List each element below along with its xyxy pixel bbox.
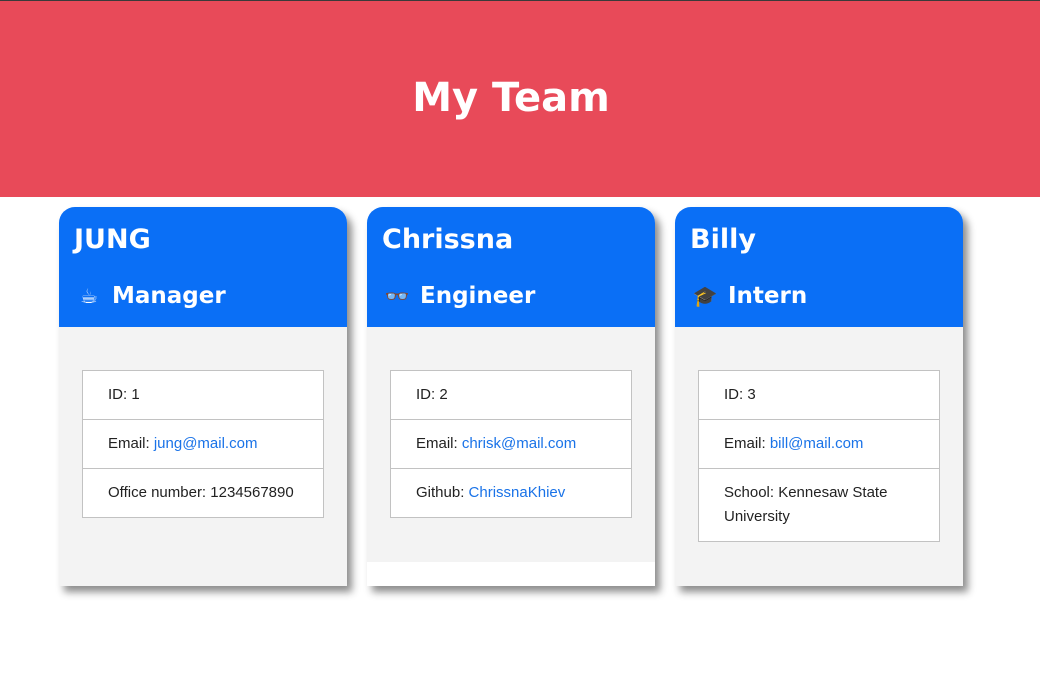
card-header: Chrissna 👓 Engineer xyxy=(367,207,655,327)
card-body: ID: 3 Email: bill@mail.com School: Kenne… xyxy=(675,327,963,542)
employee-name: Billy xyxy=(690,224,756,255)
github: Github: ChrissnaKhiev xyxy=(416,484,566,501)
role-label: Engineer xyxy=(420,283,536,309)
info-list: ID: 1 Email: jung@mail.com Office number… xyxy=(82,370,324,518)
card-footer xyxy=(367,562,655,586)
coffee-cup-icon: ☕ xyxy=(80,284,98,308)
employee-card-intern: Billy 🎓 Intern ID: 3 Email: bill@mail.co… xyxy=(675,207,963,586)
employee-id: ID: 2 xyxy=(391,371,631,420)
office-number: Office number: 1234567890 xyxy=(108,484,294,501)
page-header: My Team xyxy=(0,0,1040,197)
role-label: Intern xyxy=(728,283,808,309)
github-link[interactable]: ChrissnaKhiev xyxy=(469,484,566,501)
card-header: JUNG ☕ Manager xyxy=(59,207,347,327)
employee-role: 👓 Engineer xyxy=(382,282,640,310)
info-list: ID: 2 Email: chrisk@mail.com Github: Chr… xyxy=(390,370,632,518)
card-body: ID: 2 Email: chrisk@mail.com Github: Chr… xyxy=(367,327,655,562)
role-label: Manager xyxy=(112,283,226,309)
email-link[interactable]: bill@mail.com xyxy=(770,435,864,452)
employee-card-manager: JUNG ☕ Manager ID: 1 Email: jung@mail.co… xyxy=(59,207,347,586)
employee-email: Email: chrisk@mail.com xyxy=(391,420,631,469)
email-link[interactable]: jung@mail.com xyxy=(154,435,258,452)
employee-name: Chrissna xyxy=(382,224,514,255)
employee-email: Email: bill@mail.com xyxy=(699,420,939,469)
school: School: Kennesaw State University xyxy=(724,484,888,525)
employee-role: 🎓 Intern xyxy=(690,282,948,310)
card-body: ID: 1 Email: jung@mail.com Office number… xyxy=(59,327,347,518)
employee-card-engineer: Chrissna 👓 Engineer ID: 2 Email: chrisk@… xyxy=(367,207,655,586)
email-link[interactable]: chrisk@mail.com xyxy=(462,435,576,452)
card-header: Billy 🎓 Intern xyxy=(675,207,963,327)
info-list: ID: 3 Email: bill@mail.com School: Kenne… xyxy=(698,370,940,542)
employee-id: ID: 3 xyxy=(699,371,939,420)
graduation-cap-icon: 🎓 xyxy=(692,284,718,308)
employee-name: JUNG xyxy=(74,224,151,255)
employee-id: ID: 1 xyxy=(83,371,323,420)
employee-role: ☕ Manager xyxy=(74,282,332,310)
glasses-icon: 👓 xyxy=(384,284,410,308)
employee-email: Email: jung@mail.com xyxy=(83,420,323,469)
page-title: My Team xyxy=(412,75,610,121)
